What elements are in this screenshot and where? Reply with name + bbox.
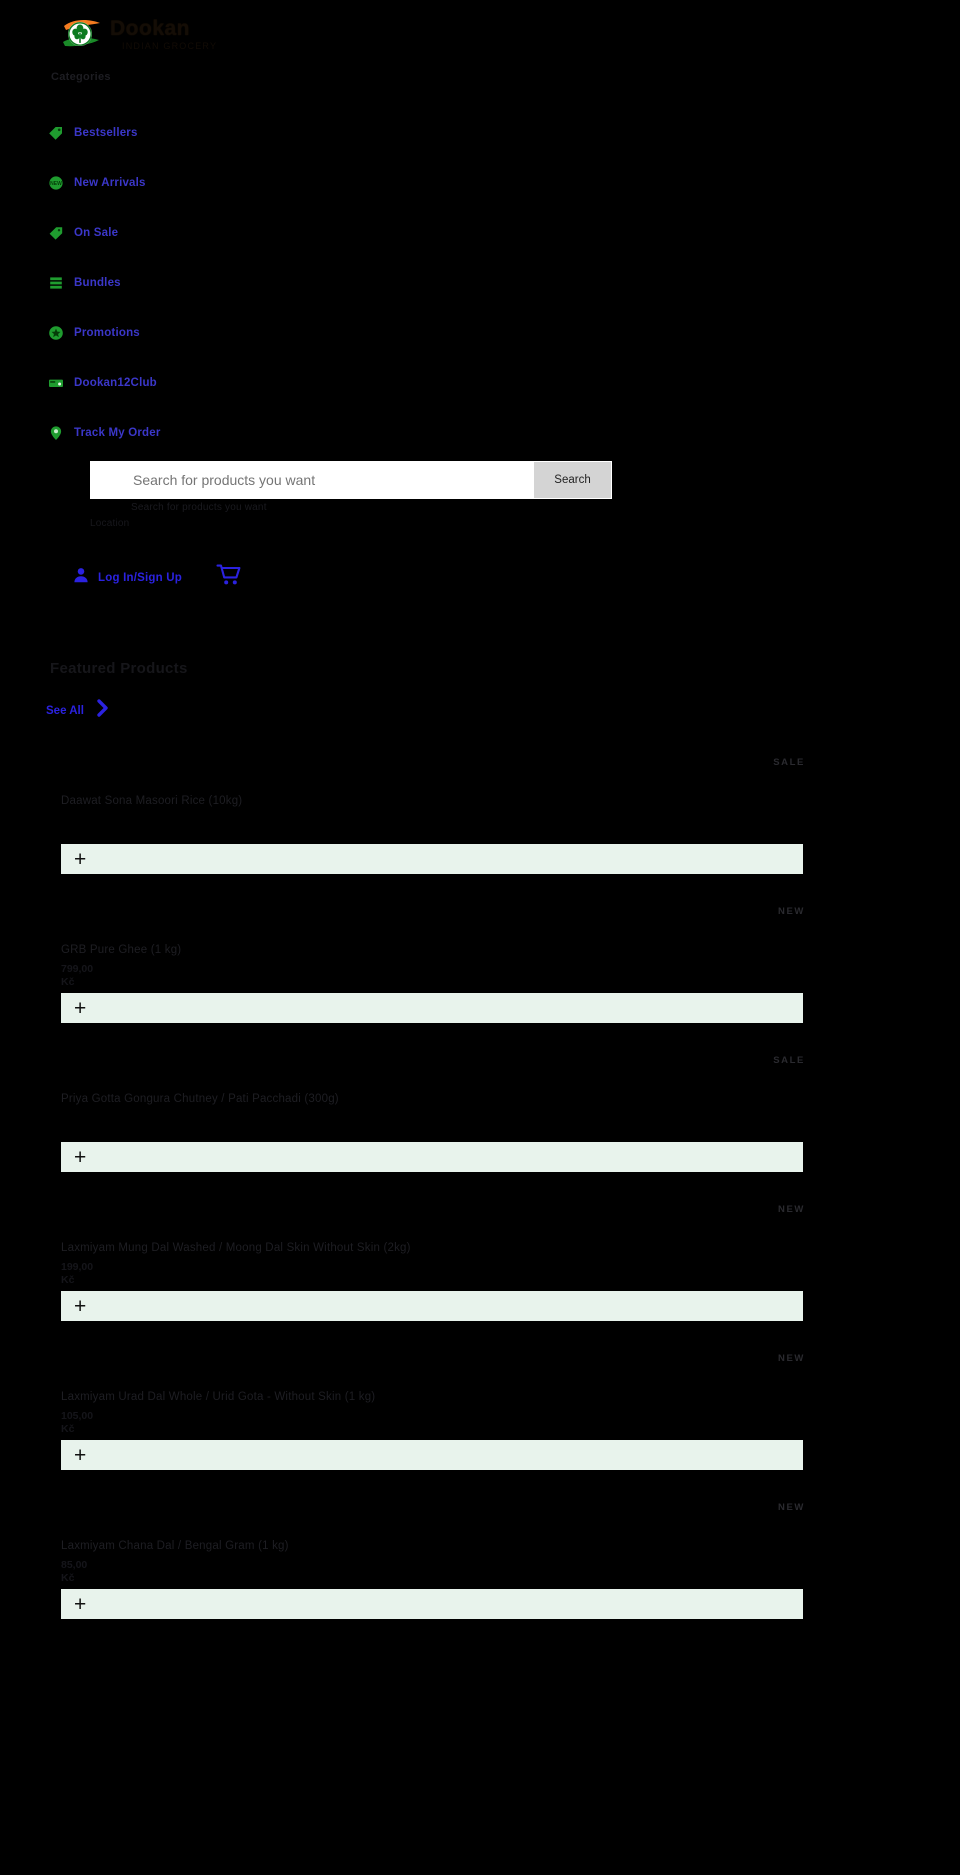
status-badge: SALE [773,1055,805,1066]
status-badge: NEW [778,1353,805,1364]
sidebar-item-label: Bundles [74,277,121,289]
sidebar-item-track-my-order[interactable]: Track My Order [48,418,288,448]
product-price: 199,00 Kč [61,1261,94,1286]
chevron-right-icon [96,698,110,723]
status-badge: NEW [778,1502,805,1513]
user-icon [72,566,90,589]
sidebar-item-label: Track My Order [74,427,161,439]
cart-button[interactable] [216,563,242,592]
location-pin-icon [48,425,64,441]
status-badge: NEW [778,906,805,917]
stack-icon [48,275,64,291]
brand-name: Dookan [110,16,191,40]
product-title: GRB Pure Ghee (1 kg) [61,944,182,956]
product-title: Laxmiyam Urad Dal Whole / Urid Gota - Wi… [61,1391,376,1403]
section-title: Featured Products [50,660,188,677]
sidebar-nav: Bestsellers NEW New Arrivals On Sale Bun… [48,118,288,468]
sidebar-item-promotions[interactable]: Promotions [48,318,288,348]
search-input[interactable] [91,462,534,498]
add-to-cart-button[interactable]: + [61,1440,803,1470]
shopping-cart-icon [216,564,242,591]
sidebar-item-label: Promotions [74,327,140,339]
product-card[interactable]: NEW Laxmiyam Mung Dal Washed / Moong Dal… [0,1187,960,1336]
search-button[interactable]: Search [534,462,611,498]
status-badge: NEW [778,1204,805,1215]
sale-tag-icon [48,225,64,241]
location-label: Location [90,518,130,529]
star-circle-icon [48,325,64,341]
see-all-label: See All [46,704,84,717]
brand-logo[interactable]: Dookan INDIAN GROCERY [58,14,217,54]
product-title: Priya Gotta Gongura Chutney / Pati Pacch… [61,1093,339,1105]
product-card[interactable]: SALE Daawat Sona Masoori Rice (10kg) + [0,740,960,889]
product-price: 85,00 Kč [61,1559,88,1584]
membership-card-icon [48,375,64,391]
product-title: Laxmiyam Mung Dal Washed / Moong Dal Ski… [61,1242,411,1254]
plus-icon: + [74,1443,87,1467]
sidebar-item-label: On Sale [74,227,119,239]
india-flag-tree-logo [58,14,104,54]
svg-text:NEW: NEW [50,181,62,187]
product-price [61,814,121,827]
sidebar-item-new-arrivals[interactable]: NEW New Arrivals [48,168,288,198]
product-price: 799,00 Kč [61,963,94,988]
see-all-link[interactable]: See All [46,698,110,723]
add-to-cart-button[interactable]: + [61,844,803,874]
sidebar-item-on-sale[interactable]: On Sale [48,218,288,248]
add-to-cart-button[interactable]: + [61,1142,803,1172]
product-card[interactable]: NEW Laxmiyam Chana Dal / Bengal Gram (1 … [0,1485,960,1634]
sidebar-item-label: New Arrivals [74,177,146,189]
login-signup-button[interactable]: Log In/Sign Up [72,566,182,589]
product-price: 105,00 Kč [61,1410,94,1435]
brand-tagline: INDIAN GROCERY [122,40,218,51]
product-card[interactable]: NEW Laxmiyam Urad Dal Whole / Urid Gota … [0,1336,960,1485]
plus-icon: + [74,1592,87,1616]
search-ghost-text: Search for products you want [131,502,267,513]
product-title: Laxmiyam Chana Dal / Bengal Gram (1 kg) [61,1540,289,1552]
new-badge-icon: NEW [48,175,64,191]
plus-icon: + [74,996,87,1020]
account-row: Log In/Sign Up [72,563,242,592]
search-bar: Search [90,461,612,499]
product-card[interactable]: NEW GRB Pure Ghee (1 kg) 799,00 Kč + [0,889,960,1038]
sidebar-item-dookan12club[interactable]: Dookan12Club [48,368,288,398]
product-title: Daawat Sona Masoori Rice (10kg) [61,795,243,807]
product-list: SALE Daawat Sona Masoori Rice (10kg) + N… [0,740,960,1634]
add-to-cart-button[interactable]: + [61,993,803,1023]
sidebar-heading: Categories [51,71,111,83]
tag-icon [48,125,64,141]
status-badge: SALE [773,757,805,768]
sidebar-item-bundles[interactable]: Bundles [48,268,288,298]
plus-icon: + [74,1294,87,1318]
plus-icon: + [74,1145,87,1169]
sidebar-item-label: Bestsellers [74,127,138,139]
add-to-cart-button[interactable]: + [61,1291,803,1321]
login-signup-label: Log In/Sign Up [98,571,182,584]
product-card[interactable]: SALE Priya Gotta Gongura Chutney / Pati … [0,1038,960,1187]
add-to-cart-button[interactable]: + [61,1589,803,1619]
plus-icon: + [74,847,87,871]
product-price [61,1112,121,1125]
sidebar-item-label: Dookan12Club [74,377,157,389]
sidebar-item-bestsellers[interactable]: Bestsellers [48,118,288,148]
